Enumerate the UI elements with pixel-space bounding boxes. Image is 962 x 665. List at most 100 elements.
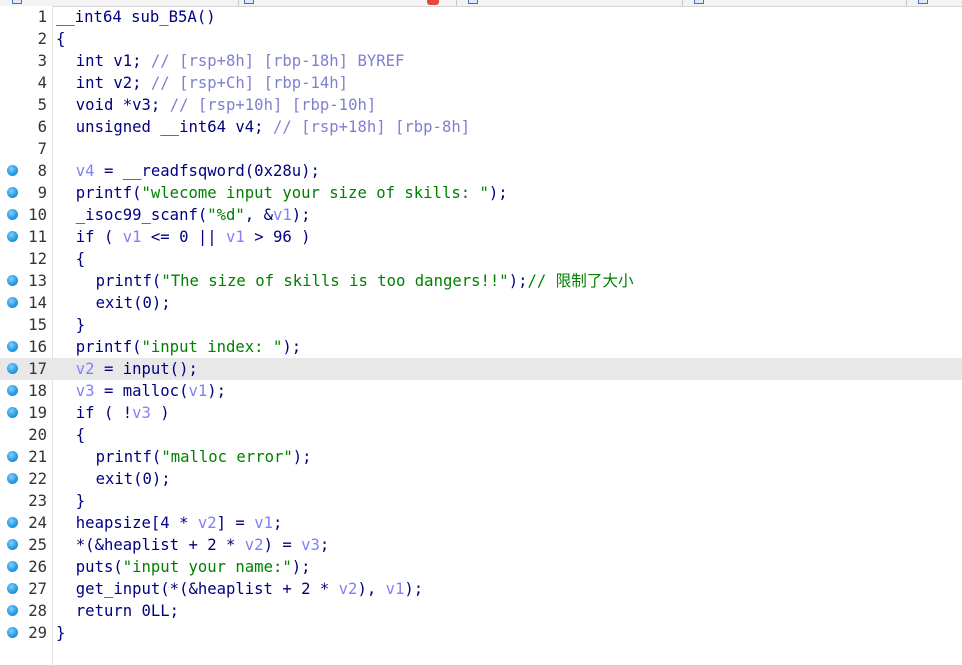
- pseudocode-tab-icon[interactable]: [12, 0, 22, 4]
- code-text[interactable]: exit(0);: [56, 468, 171, 490]
- code-text[interactable]: __int64 sub_B5A(): [56, 6, 216, 28]
- code-line[interactable]: 13 printf("The size of skills is too dang…: [0, 270, 962, 292]
- line-number: 25: [28, 536, 47, 554]
- code-text[interactable]: printf("The size of skills is too danger…: [56, 270, 634, 292]
- local-variable[interactable]: v2: [245, 536, 264, 554]
- code-line[interactable]: 6 unsigned __int64 v4; // [rsp+18h] [rbp-…: [0, 116, 962, 138]
- code-text[interactable]: int v2; // [rsp+Ch] [rbp-14h]: [56, 72, 348, 94]
- code-token: ;: [272, 514, 283, 532]
- code-text[interactable]: exit(0);: [56, 292, 171, 314]
- code-line[interactable]: 12 {: [0, 248, 962, 270]
- code-line[interactable]: 24 heapsize[4 * v2] = v1;: [0, 512, 962, 534]
- code-line[interactable]: 15}: [0, 314, 962, 336]
- code-line[interactable]: 17 v2 = input();: [0, 358, 962, 380]
- line-number: 6: [37, 118, 47, 136]
- code-line[interactable]: 21 printf("malloc error");: [0, 446, 962, 468]
- local-variable[interactable]: v2: [339, 580, 358, 598]
- code-text[interactable]: printf("malloc error");: [56, 446, 312, 468]
- local-variable[interactable]: v1: [254, 514, 273, 532]
- local-variable[interactable]: v1: [273, 206, 292, 224]
- enums-tab-icon[interactable]: [918, 0, 928, 4]
- code-line[interactable]: 20 {: [0, 424, 962, 446]
- line-number: 20: [28, 426, 47, 444]
- local-variable[interactable]: v3: [76, 382, 95, 400]
- code-text[interactable]: return 0LL;: [56, 600, 179, 622]
- code-text[interactable]: printf("wlecome input your size of skill…: [56, 182, 508, 204]
- line-number: 9: [37, 184, 47, 202]
- code-line[interactable]: 29}: [0, 622, 962, 644]
- line-number: 3: [37, 52, 47, 70]
- line-number: 1: [37, 8, 47, 26]
- code-line[interactable]: 25 *(&heaplist + 2 * v2) = v3;: [0, 534, 962, 556]
- code-token: printf(: [75, 184, 142, 202]
- pseudocode-view[interactable]: 1 __int64 sub_B5A() 2{ 3 int v1; // [rsp+8h]…: [0, 6, 962, 644]
- code-text[interactable]: _isoc99_scanf("%d", &v1);: [56, 204, 311, 226]
- local-variable[interactable]: v3: [301, 536, 320, 554]
- code-line[interactable]: 11 if ( v1 <= 0 || v1 > 96 ): [0, 226, 962, 248]
- local-variable[interactable]: v2: [198, 514, 217, 532]
- code-text[interactable]: if ( v1 <= 0 || v1 > 96 ): [56, 226, 311, 248]
- code-line[interactable]: 14 exit(0);: [0, 292, 962, 314]
- code-text[interactable]: if ( !v3 ): [56, 402, 170, 424]
- code-token: );: [508, 272, 528, 290]
- hex-view-tab-icon[interactable]: [468, 0, 478, 4]
- code-token: ) =: [263, 536, 302, 554]
- code-line[interactable]: 19 if ( !v3 ): [0, 402, 962, 424]
- code-text[interactable]: heapsize[4 * v2] = v1;: [56, 512, 283, 534]
- code-line[interactable]: 26 puts("input your name:");: [0, 556, 962, 578]
- code-line[interactable]: 22 exit(0);: [0, 468, 962, 490]
- code-line[interactable]: 1 __int64 sub_B5A(): [0, 6, 962, 28]
- local-variable[interactable]: v1: [386, 580, 405, 598]
- code-text[interactable]: int v1; // [rsp+8h] [rbp-18h] BYREF: [56, 50, 405, 72]
- code-line[interactable]: 28 return 0LL;: [0, 600, 962, 622]
- structures-tab-icon[interactable]: [694, 0, 704, 4]
- code-text[interactable]: void *v3; // [rsp+10h] [rbp-10h]: [56, 94, 376, 116]
- code-text[interactable]: get_input(*(&heaplist + 2 * v2), v1);: [56, 578, 423, 600]
- code-line[interactable]: 8 v4 = __readfsqword(0x28u);: [0, 160, 962, 182]
- code-text[interactable]: }: [56, 314, 85, 336]
- local-variable[interactable]: v1: [123, 228, 142, 246]
- code-text[interactable]: {: [56, 28, 65, 50]
- code-token: > 96 ): [244, 228, 311, 246]
- code-token: ): [150, 404, 170, 422]
- local-variable[interactable]: v1: [226, 228, 245, 246]
- code-line[interactable]: 18 v3 = malloc(v1);: [0, 380, 962, 402]
- code-line[interactable]: 3 int v1; // [rsp+8h] [rbp-18h] BYREF: [0, 50, 962, 72]
- code-line[interactable]: 9 printf("wlecome input your size of skil…: [0, 182, 962, 204]
- code-text[interactable]: v2 = input();: [56, 358, 198, 380]
- local-variable[interactable]: v2: [76, 360, 95, 378]
- code-text[interactable]: {: [56, 424, 85, 446]
- code-text[interactable]: printf("input index: ");: [56, 336, 301, 358]
- code-token: );: [291, 206, 311, 224]
- code-line[interactable]: 5 void *v3; // [rsp+10h] [rbp-10h]: [0, 94, 962, 116]
- close-tab-icon[interactable]: [427, 0, 439, 5]
- code-line[interactable]: 7: [0, 138, 962, 160]
- local-variable[interactable]: v1: [188, 382, 207, 400]
- code-line[interactable]: 10 _isoc99_scanf("%d", &v1);: [0, 204, 962, 226]
- code-line[interactable]: 4 int v2; // [rsp+Ch] [rbp-14h]: [0, 72, 962, 94]
- code-text[interactable]: }: [56, 622, 65, 644]
- code-token: if (: [75, 228, 123, 246]
- line-number: 12: [28, 250, 47, 268]
- code-token: unsigned __int64 v4;: [75, 118, 273, 136]
- line-number: 14: [28, 294, 47, 312]
- code-comment: // [rsp+10h] [rbp-10h]: [169, 96, 377, 114]
- line-number: 23: [28, 492, 47, 510]
- code-text[interactable]: v4 = __readfsqword(0x28u);: [56, 160, 320, 182]
- code-text[interactable]: v3 = malloc(v1);: [56, 380, 226, 402]
- code-text[interactable]: puts("input your name:");: [56, 556, 311, 578]
- local-variable[interactable]: v4: [76, 162, 95, 180]
- code-line[interactable]: 2{: [0, 28, 962, 50]
- code-token: ),: [357, 580, 386, 598]
- code-line[interactable]: 23}: [0, 490, 962, 512]
- code-line[interactable]: 16 printf("input index: ");: [0, 336, 962, 358]
- code-token: {: [75, 426, 86, 444]
- code-text[interactable]: unsigned __int64 v4; // [rsp+18h] [rbp-8…: [56, 116, 470, 138]
- local-variable[interactable]: v3: [132, 404, 151, 422]
- code-text[interactable]: *(&heaplist + 2 * v2) = v3;: [56, 534, 330, 556]
- code-text[interactable]: {: [56, 248, 85, 270]
- code-line[interactable]: 27 get_input(*(&heaplist + 2 * v2), v1);: [0, 578, 962, 600]
- code-text[interactable]: }: [56, 490, 85, 512]
- code-token: }: [75, 316, 86, 334]
- disassembly-tab-icon[interactable]: [244, 0, 254, 4]
